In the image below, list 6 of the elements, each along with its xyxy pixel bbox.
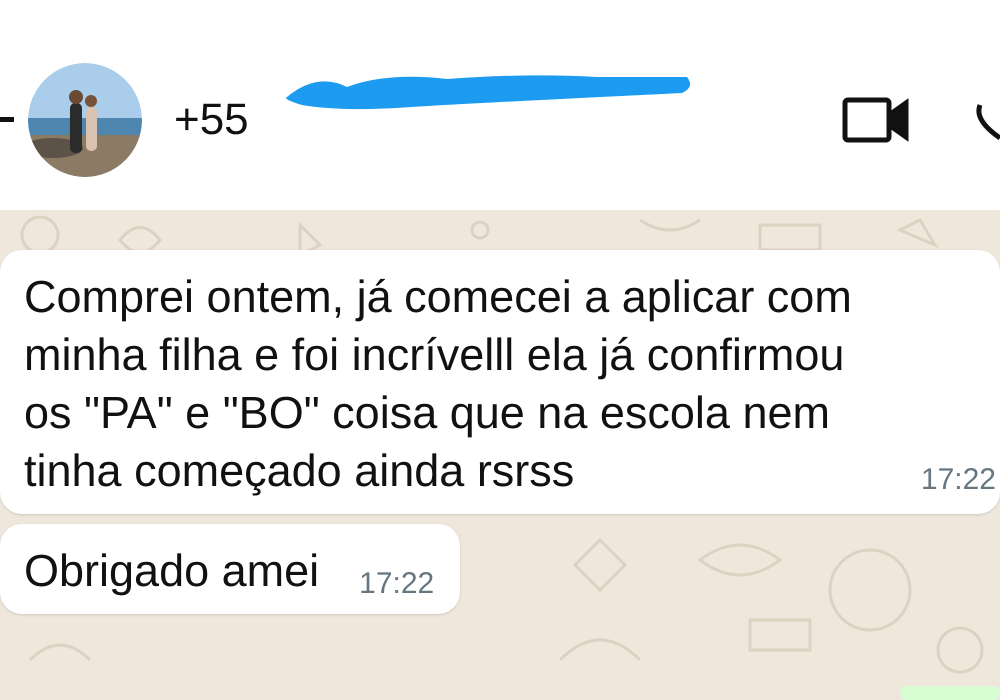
message-text: Comprei ontem, já comecei a aplicar com minha filha e foi incrívelll ela já confirmou os "PA" e "BO" coisa que na escola nem tinha começado ainda rsrss [24,270,853,498]
message-time: 17:22 [920,462,996,498]
video-call-icon[interactable] [842,97,910,143]
message-text: Obrigado amei [24,544,320,598]
contact-name[interactable]: +55 [174,87,249,153]
message-time: 17:22 [359,566,436,602]
